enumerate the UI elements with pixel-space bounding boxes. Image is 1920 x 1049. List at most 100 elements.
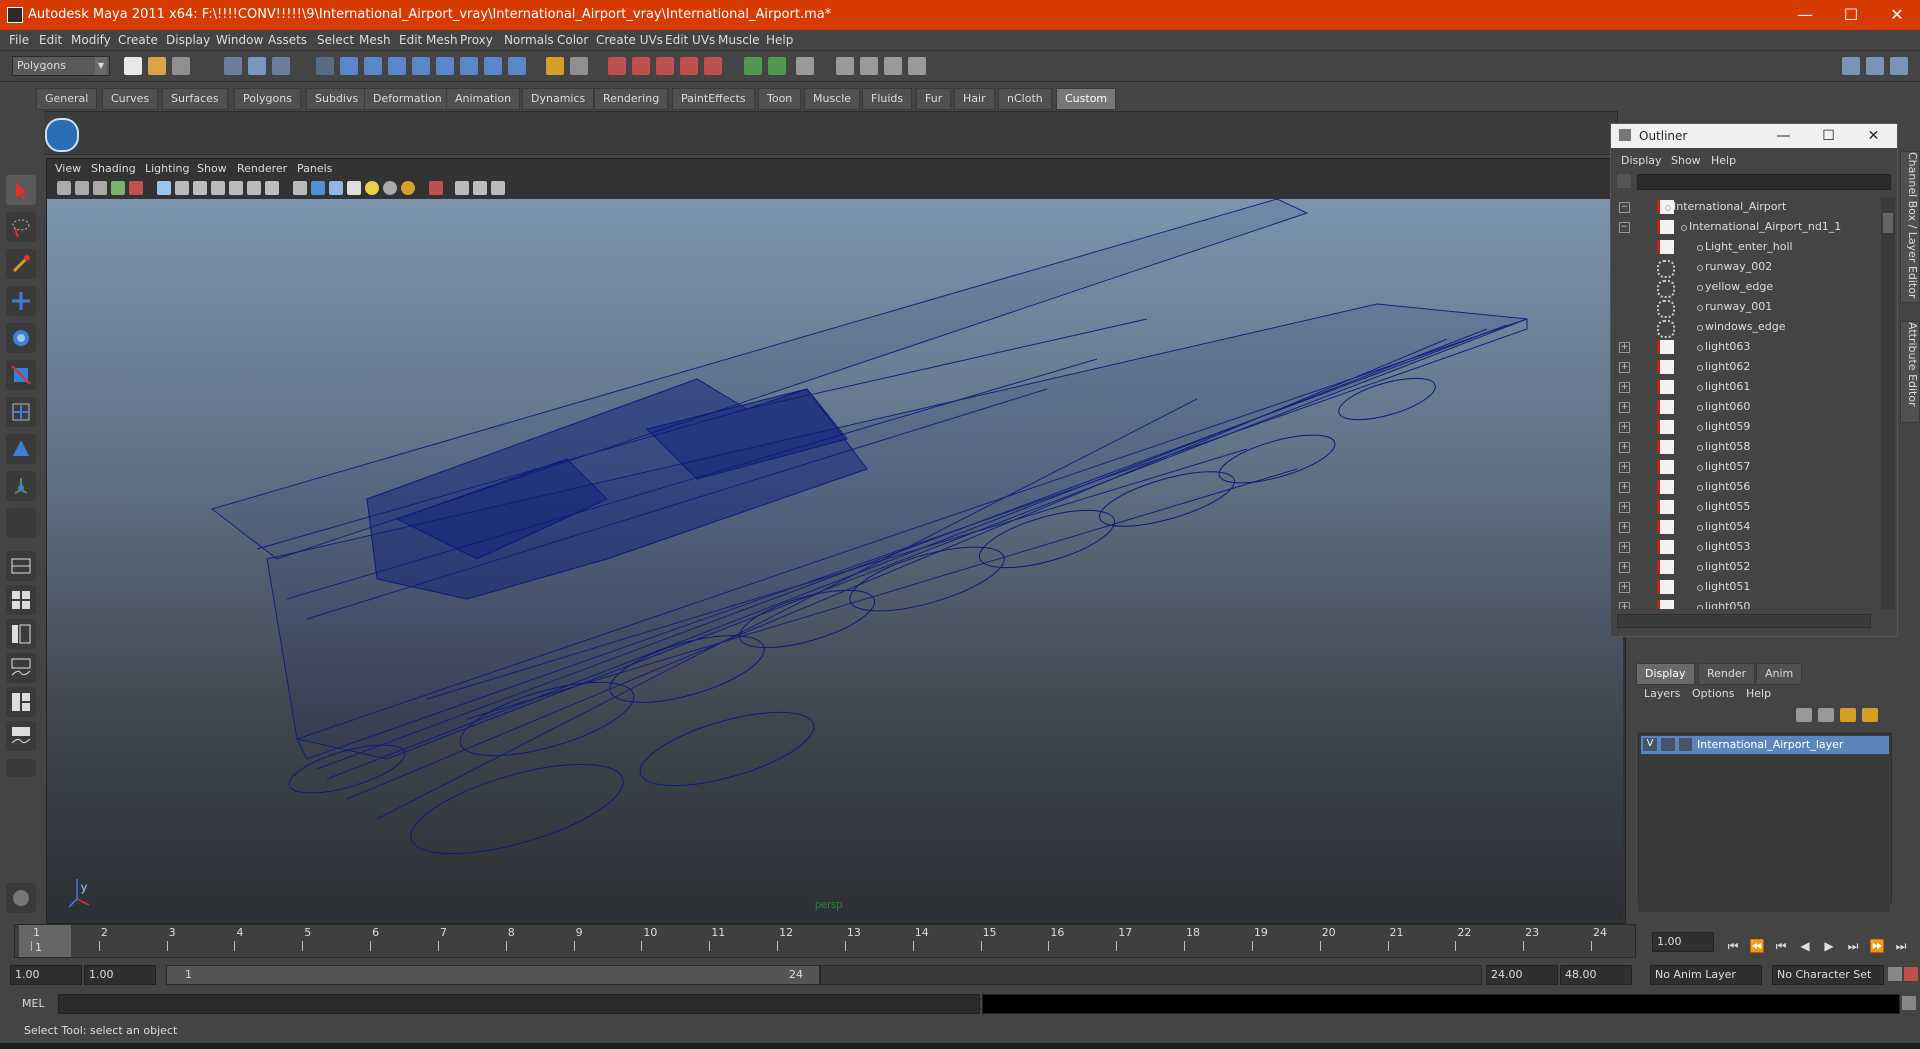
range-slider[interactable]: 1 24 [166, 965, 820, 985]
shelf-tab-painteffects[interactable]: PaintEffects [672, 88, 755, 110]
shelf-tab-curves[interactable]: Curves [102, 88, 159, 110]
last-tool-icon[interactable] [6, 508, 36, 538]
shelf-tab-rendering[interactable]: Rendering [594, 88, 669, 110]
history-icon[interactable] [460, 57, 478, 75]
command-language-label[interactable]: MEL [22, 997, 45, 1010]
layer-color-swatch[interactable] [1679, 738, 1692, 751]
single-pane-layout-icon[interactable] [6, 551, 36, 581]
hypershade-icon[interactable] [680, 57, 698, 75]
animation-end-field[interactable]: 48.00 [1560, 965, 1632, 985]
expand-icon[interactable]: + [1619, 382, 1630, 393]
shelf-tab-subdivs[interactable]: Subdivs [306, 88, 368, 110]
layer-tab-display[interactable]: Display [1636, 663, 1695, 685]
layer-menu-help[interactable]: Help [1746, 687, 1771, 700]
menu-create-uvs[interactable]: Create UVs [596, 33, 663, 47]
script-editor-icon[interactable] [1902, 996, 1916, 1010]
field-chart-icon[interactable] [229, 181, 243, 195]
mask-icon[interactable] [316, 57, 334, 75]
step-forward-frame-icon[interactable]: ⏭ [1844, 937, 1862, 955]
outliner-scrollbar[interactable] [1881, 197, 1895, 609]
render-frame-icon[interactable] [608, 57, 626, 75]
outliner-item[interactable]: + light061 [1611, 377, 1881, 397]
wireframe-icon[interactable] [293, 181, 307, 195]
menu-assets[interactable]: Assets [268, 33, 307, 47]
snap-curve-icon[interactable] [364, 57, 382, 75]
grease-pencil-icon[interactable] [129, 181, 143, 195]
attribute-editor-tab[interactable]: Attribute Editor [1900, 321, 1920, 423]
outliner-item[interactable]: + light059 [1611, 417, 1881, 437]
snap-plane-icon[interactable] [412, 57, 430, 75]
film-gate-icon[interactable] [175, 181, 189, 195]
step-back-key-icon[interactable]: ⏪ [1748, 937, 1766, 955]
outliner-horizontal-scrollbar[interactable] [1617, 614, 1871, 628]
safe-title-icon[interactable] [265, 181, 279, 195]
menu-edit-mesh[interactable]: Edit Mesh [399, 33, 458, 47]
shelf-tab-fur[interactable]: Fur [916, 88, 952, 110]
shelf-tab-surfaces[interactable]: Surfaces [162, 88, 228, 110]
collapse-icon[interactable]: − [1619, 202, 1630, 213]
selection-lock-icon[interactable] [570, 57, 588, 75]
menu-window[interactable]: Window [216, 33, 263, 47]
viewport-menu-panels[interactable]: Panels [297, 162, 332, 175]
menu-set-dropdown[interactable]: Polygons ▼ [12, 56, 110, 76]
expand-icon[interactable]: + [1619, 582, 1630, 593]
menu-proxy[interactable]: Proxy [460, 33, 493, 47]
outliner-item[interactable]: + light051 [1611, 577, 1881, 597]
smooth-shade-icon[interactable] [311, 181, 325, 195]
expand-icon[interactable]: + [1619, 482, 1630, 493]
outliner-maximize-button[interactable]: ☐ [1806, 124, 1851, 148]
close-button[interactable]: ✕ [1874, 0, 1920, 30]
xray-components-icon[interactable] [491, 181, 505, 195]
outliner-item[interactable]: + light060 [1611, 397, 1881, 417]
channel-box-tab[interactable]: Channel Box / Layer Editor [1900, 151, 1920, 303]
menu-color[interactable]: Color [557, 33, 588, 47]
bookmark-icon[interactable] [93, 181, 107, 195]
animation-preferences-icon[interactable] [1904, 967, 1918, 981]
snap-point-icon[interactable] [388, 57, 406, 75]
expand-icon[interactable]: + [1619, 462, 1630, 473]
shelf-tab-polygons[interactable]: Polygons [234, 88, 301, 110]
outliner-item[interactable]: + light052 [1611, 557, 1881, 577]
select-by-hierarchy-icon[interactable] [224, 57, 242, 75]
outliner-item[interactable]: + light056 [1611, 477, 1881, 497]
perspective-viewport[interactable]: persp y [47, 199, 1623, 921]
outliner-item[interactable]: runway_001 [1611, 297, 1881, 318]
help-icon[interactable] [508, 57, 526, 75]
outliner-item[interactable]: + light054 [1611, 517, 1881, 537]
playback-start-field[interactable]: 1.00 [84, 965, 156, 985]
manipulator-tool-icon[interactable] [6, 397, 36, 427]
current-time-field[interactable]: 1.00 [1652, 932, 1714, 952]
outliner-item[interactable]: yellow_edge [1611, 277, 1881, 298]
attribute-editor-toggle-icon[interactable] [796, 57, 814, 75]
outliner-item[interactable]: + light058 [1611, 437, 1881, 457]
layer-menu-layers[interactable]: Layers [1644, 687, 1680, 700]
viewport-menu-show[interactable]: Show [197, 162, 227, 175]
menu-select[interactable]: Select [317, 33, 354, 47]
shelf-tab-toon[interactable]: Toon [758, 88, 802, 110]
collapse-icon[interactable]: − [1619, 222, 1630, 233]
toolbox-bottom-icon[interactable] [6, 883, 36, 913]
outliner-item[interactable]: − International_Airport_nd1_1 [1611, 217, 1881, 237]
viewport-menu-renderer[interactable]: Renderer [237, 162, 287, 175]
outliner-filter-input[interactable] [1637, 174, 1891, 190]
persp-graph-layout-icon[interactable] [6, 653, 36, 683]
outliner-menu-display[interactable]: Display [1621, 154, 1662, 167]
move-tool-icon[interactable] [6, 286, 36, 316]
open-scene-icon[interactable] [148, 57, 166, 75]
current-time-indicator[interactable] [19, 925, 71, 957]
camera-select-icon[interactable] [57, 181, 71, 195]
layer-tab-anim[interactable]: Anim [1756, 663, 1803, 685]
playback-end-field[interactable]: 24.00 [1486, 965, 1558, 985]
safe-action-icon[interactable] [247, 181, 261, 195]
outliner-item[interactable]: + light057 [1611, 457, 1881, 477]
maximize-button[interactable]: ☐ [1828, 0, 1874, 30]
outliner-layout-icon[interactable] [6, 619, 36, 649]
layer-menu-options[interactable]: Options [1692, 687, 1734, 700]
menu-muscle[interactable]: Muscle [718, 33, 760, 47]
play-forward-icon[interactable]: ▶ [1820, 937, 1838, 955]
outliner-item[interactable]: Light_enter_holl [1611, 237, 1881, 257]
outliner-menu-help[interactable]: Help [1711, 154, 1736, 167]
outliner-item[interactable]: + light063 [1611, 337, 1881, 357]
ipr-render-icon[interactable] [632, 57, 650, 75]
play-backward-icon[interactable]: ◀ [1796, 937, 1814, 955]
